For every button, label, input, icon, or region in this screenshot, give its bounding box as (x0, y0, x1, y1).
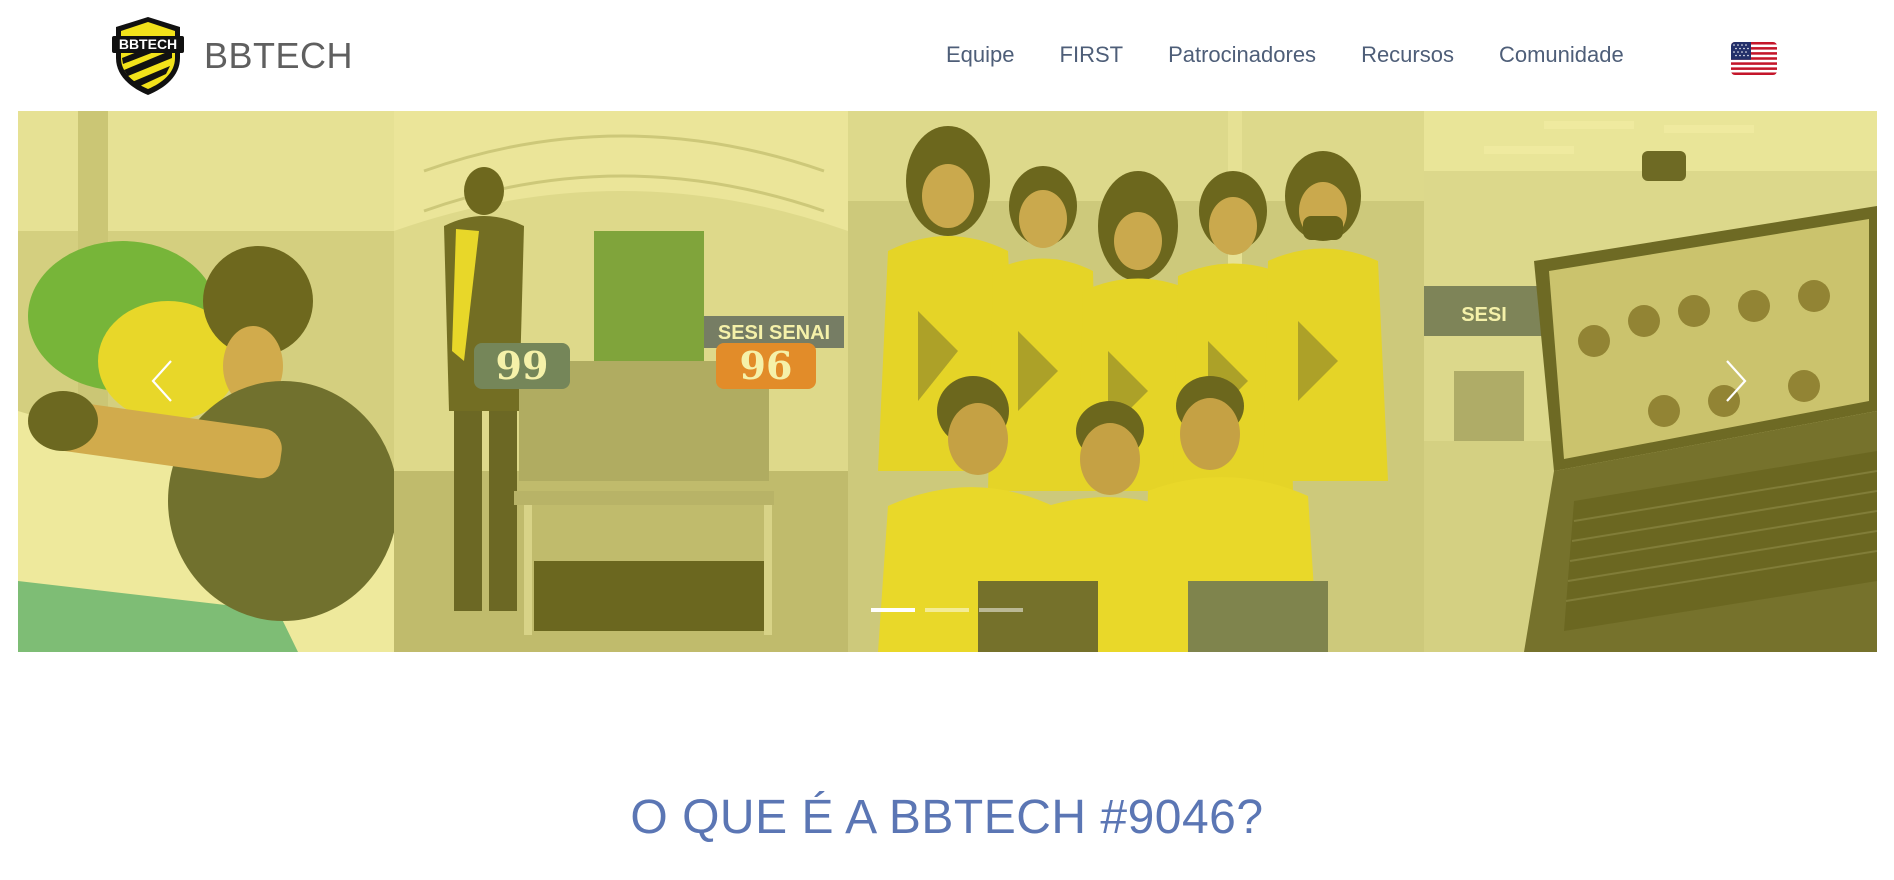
nav-link-patrocinadores[interactable]: Patrocinadores (1168, 42, 1316, 68)
nav-link-first[interactable]: FIRST (1060, 42, 1124, 68)
slide-photo-robot-build: SESI SENAI 99 96 (394, 111, 848, 652)
main-nav: Equipe FIRST Patrocinadores Recursos Com… (946, 42, 1624, 68)
carousel-indicator-3[interactable] (979, 608, 1023, 612)
svg-text:99: 99 (496, 343, 549, 388)
slide-photo-laptop-meeting: SESI (1424, 111, 1877, 652)
svg-text:SESI: SESI (1461, 304, 1507, 326)
svg-text:BBTECH: BBTECH (119, 36, 177, 52)
slide-photo-team-group (848, 111, 1424, 652)
brand-link[interactable]: BBTECH BBTECH (110, 14, 353, 98)
nav-link-equipe[interactable]: Equipe (946, 42, 1015, 68)
chevron-left-icon (151, 360, 172, 402)
team-logo-icon: BBTECH (112, 17, 184, 95)
svg-text:SESI SENAI: SESI SENAI (718, 322, 830, 344)
slide-photo-student-cutting (18, 111, 394, 652)
chevron-right-icon (1726, 360, 1747, 402)
nav-link-comunidade[interactable]: Comunidade (1499, 42, 1624, 68)
carousel-next-button[interactable] (1716, 351, 1756, 411)
us-flag-icon (1731, 42, 1777, 75)
carousel-indicators (871, 608, 1033, 612)
svg-text:96: 96 (740, 343, 793, 388)
site-header: BBTECH BBTECH Equipe FIRST Patrocinadore… (0, 0, 1894, 111)
hero-carousel[interactable]: SESI SENAI 99 96 SESI (18, 111, 1877, 652)
language-switch-button[interactable] (1731, 42, 1777, 75)
carousel-indicator-2[interactable] (925, 608, 969, 612)
nav-link-recursos[interactable]: Recursos (1361, 42, 1454, 68)
section-title: O QUE É A BBTECH #9046? (630, 791, 1264, 844)
brand-name: BBTECH (204, 35, 354, 76)
carousel-prev-button[interactable] (142, 351, 182, 411)
carousel-indicator-1[interactable] (871, 608, 915, 612)
